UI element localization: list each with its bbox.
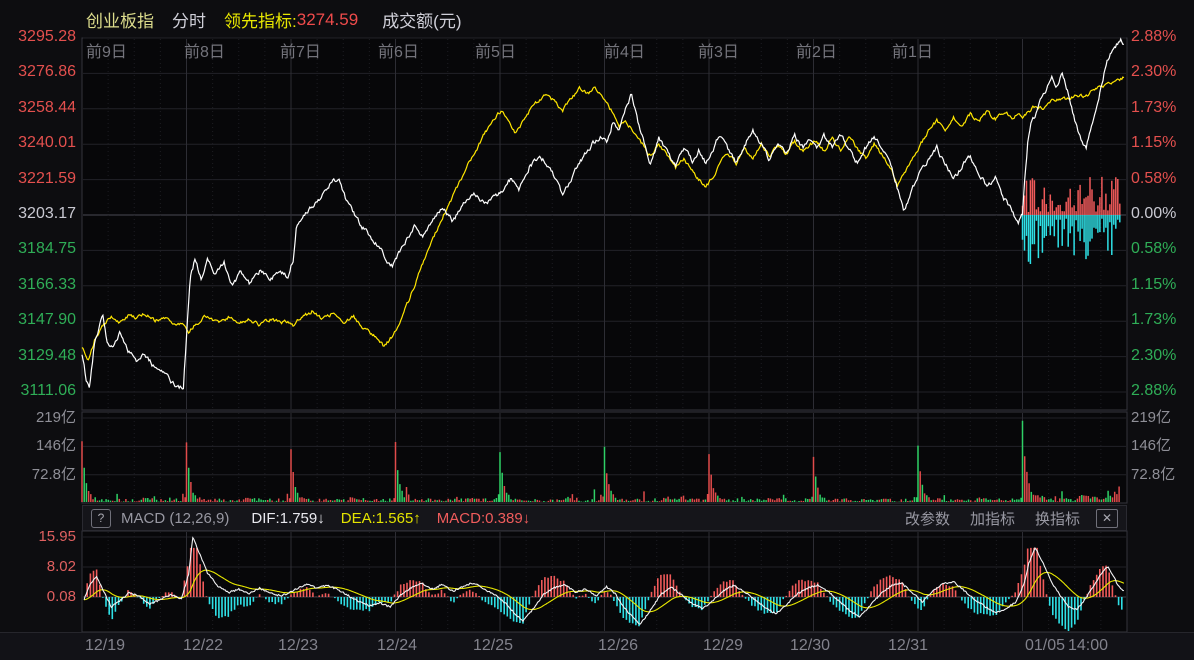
percent-tick: 2.88% — [1131, 382, 1176, 399]
price-tick: 3129.48 — [0, 347, 76, 364]
macd-title[interactable]: MACD (12,26,9) — [121, 510, 229, 527]
percent-tick: 1.73% — [1131, 311, 1176, 328]
dea-value: DEA:1.565↑ — [341, 510, 421, 527]
lead-indicator-label: 领先指标: — [224, 7, 297, 32]
date-tick: 12/29 — [703, 637, 743, 654]
date-tick: 12/19 — [85, 637, 125, 654]
volume-tick: 146亿 — [1131, 437, 1171, 454]
volume-tick: 219亿 — [1131, 409, 1171, 426]
macd-tick: 15.95 — [0, 528, 76, 545]
price-tick: 3111.06 — [0, 382, 76, 399]
price-tick: 3295.28 — [0, 28, 76, 45]
percent-tick: 0.00% — [1131, 205, 1176, 222]
price-tick: 3184.75 — [0, 240, 76, 257]
date-tick: 12/30 — [790, 637, 830, 654]
switch-indicator-button[interactable]: 换指标 — [1035, 508, 1080, 529]
chart-header: 创业板指 分时 领先指标: 3274.59 成交额(元) — [86, 7, 462, 32]
macd-tick: 0.08 — [0, 588, 76, 605]
prev-day-label: 前6日 — [378, 44, 419, 61]
date-tick: 12/24 — [377, 637, 417, 654]
prev-day-label: 前7日 — [280, 44, 321, 61]
trading-app-window: 创业板指 分时 领先指标: 3274.59 成交额(元) 3295.28 3276… — [0, 0, 1194, 660]
percent-tick: 2.30% — [1131, 347, 1176, 364]
edit-params-button[interactable]: 改参数 — [905, 508, 950, 529]
percent-tick: 1.15% — [1131, 276, 1176, 293]
macd-tick: 8.02 — [0, 558, 76, 575]
date-tick: 12/26 — [598, 637, 638, 654]
macd-toolbar: ? MACD (12,26,9) DIF:1.759↓ DEA:1.565↑ M… — [82, 505, 1127, 531]
prev-day-label: 前2日 — [796, 44, 837, 61]
bottom-axis-bar — [0, 632, 1194, 660]
volume-tick: 146亿 — [0, 437, 76, 454]
percent-tick: 2.30% — [1131, 63, 1176, 80]
date-tick: 12/25 — [473, 637, 513, 654]
prev-day-label: 前8日 — [184, 44, 225, 61]
chart-canvas[interactable] — [0, 0, 1194, 660]
price-tick: 3203.17 — [0, 205, 76, 222]
date-tick: 01/05 — [1025, 637, 1065, 654]
price-tick: 3276.86 — [0, 63, 76, 80]
volume-tick: 72.8亿 — [1131, 466, 1175, 483]
turnover-label: 成交额(元) — [382, 7, 461, 32]
help-icon[interactable]: ? — [91, 509, 111, 528]
lead-indicator-value: 3274.59 — [297, 10, 358, 30]
percent-tick: 0.58% — [1131, 170, 1176, 187]
date-tick: 12/22 — [183, 637, 223, 654]
current-time-label: 14:00 — [1068, 637, 1108, 654]
mode-label[interactable]: 分时 — [172, 7, 206, 32]
index-name: 创业板指 — [86, 7, 154, 32]
price-tick: 3147.90 — [0, 311, 76, 328]
percent-tick: 0.58% — [1131, 240, 1176, 257]
add-indicator-button[interactable]: 加指标 — [970, 508, 1015, 529]
volume-tick: 219亿 — [0, 409, 76, 426]
dif-value: DIF:1.759↓ — [251, 510, 324, 527]
volume-tick: 72.8亿 — [0, 466, 76, 483]
percent-tick: 2.88% — [1131, 28, 1176, 45]
prev-day-label: 前9日 — [86, 44, 127, 61]
percent-tick: 1.73% — [1131, 99, 1176, 116]
close-icon[interactable]: ✕ — [1096, 509, 1118, 528]
price-tick: 3258.44 — [0, 99, 76, 116]
date-tick: 12/31 — [888, 637, 928, 654]
prev-day-label: 前1日 — [892, 44, 933, 61]
macd-value: MACD:0.389↓ — [437, 510, 530, 527]
price-tick: 3221.59 — [0, 170, 76, 187]
percent-tick: 1.15% — [1131, 134, 1176, 151]
prev-day-label: 前5日 — [475, 44, 516, 61]
price-tick: 3240.01 — [0, 134, 76, 151]
prev-day-label: 前4日 — [604, 44, 645, 61]
price-tick: 3166.33 — [0, 276, 76, 293]
lead-indicator: 领先指标: 3274.59 — [224, 7, 358, 32]
date-tick: 12/23 — [278, 637, 318, 654]
prev-day-label: 前3日 — [698, 44, 739, 61]
